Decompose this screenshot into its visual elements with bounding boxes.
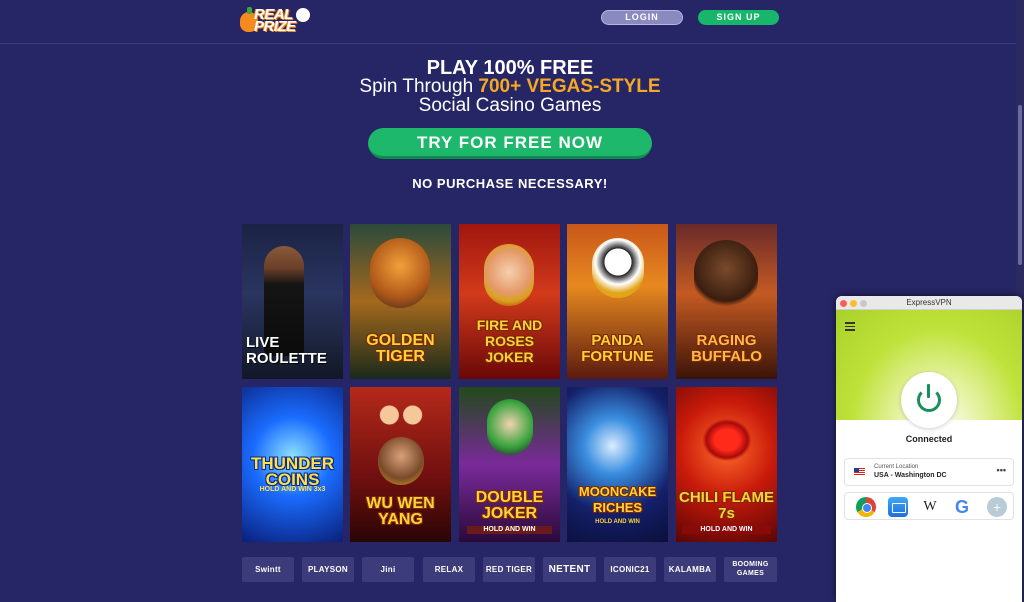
signup-button[interactable]: SIGN UP: [698, 10, 779, 25]
jester-artwork: [487, 399, 533, 455]
more-options-icon[interactable]: •••: [997, 465, 1006, 475]
stem-icon: [247, 7, 252, 14]
game-subtitle: HOLD AND WIN 3x3: [259, 486, 326, 493]
hero-tagline: Social Casino Games: [418, 95, 602, 116]
vpn-titlebar: ExpressVPN: [836, 296, 1022, 310]
game-title: LIVE ROULETTE: [246, 334, 327, 367]
game-tile-chili-flame-7s[interactable]: CHILI FLAME 7s HOLD AND WIN: [676, 387, 777, 542]
panda-artwork: [592, 238, 644, 298]
provider-logo-swintt: Swintt: [242, 557, 294, 582]
logo[interactable]: REAL PRIZE: [240, 6, 310, 36]
provider-logo-playson: PLAYSON: [302, 557, 354, 582]
wikipedia-icon[interactable]: W: [920, 497, 940, 517]
provider-logo-netent: NETENT: [543, 557, 596, 582]
game-title: DOUBLE JOKER: [475, 489, 544, 522]
joker-artwork: [484, 244, 534, 306]
power-icon-bar: [927, 384, 930, 398]
game-tile-live-roulette[interactable]: LIVE ROULETTE: [242, 224, 343, 379]
game-title: GOLDEN TIGER: [366, 332, 435, 365]
hamburger-menu-icon[interactable]: [845, 322, 855, 331]
provider-logo-jini: Jini: [362, 557, 414, 582]
minimize-window-icon[interactable]: [850, 300, 857, 307]
hero-subheadline-prefix: Spin Through: [359, 76, 479, 97]
game-subtitle: HOLD AND WIN: [595, 519, 640, 525]
vpn-app-window: ExpressVPN Connected Current Location US…: [836, 296, 1022, 602]
location-selector[interactable]: Current Location USA - Washington DC •••: [844, 458, 1014, 486]
provider-logo-kalamba: KALAMBA: [664, 557, 716, 582]
game-tile-panda-fortune[interactable]: PANDA FORTUNE: [567, 224, 668, 379]
children-artwork: [372, 395, 430, 435]
game-tile-thunder-coins[interactable]: THUNDER COINS HOLD AND WIN 3x3: [242, 387, 343, 542]
game-title: PANDA FORTUNE: [581, 332, 654, 365]
game-subtitle: HOLD AND WIN: [467, 526, 552, 534]
mail-icon[interactable]: [888, 497, 908, 517]
game-tile-mooncake-riches[interactable]: MOONCAKE RICHES HOLD AND WIN: [567, 387, 668, 542]
game-title: FIRE AND ROSES JOKER: [476, 317, 543, 365]
location-value: USA - Washington DC: [874, 472, 947, 479]
game-tile-raging-buffalo[interactable]: RAGING BUFFALO: [676, 224, 777, 379]
connection-status: Connected: [905, 434, 953, 444]
game-title: CHILI FLAME 7s: [679, 489, 774, 522]
vpn-window-title: ExpressVPN: [906, 298, 952, 307]
game-title: MOONCAKE RICHES: [578, 484, 657, 515]
elder-artwork: [378, 437, 424, 485]
google-icon[interactable]: G: [952, 497, 972, 517]
us-flag-icon: [854, 468, 865, 476]
hero-subheadline-accent: 700+ VEGAS-STYLE: [478, 76, 661, 97]
chrome-icon[interactable]: [856, 497, 876, 517]
provider-logo-iconic21: ICONIC21: [604, 557, 656, 582]
scrollbar-thumb[interactable]: [1018, 105, 1022, 265]
add-shortcut-icon[interactable]: +: [987, 497, 1007, 517]
app-shortcuts: W G +: [844, 492, 1014, 520]
game-tile-fire-and-roses-joker[interactable]: FIRE AND ROSES JOKER: [459, 224, 560, 379]
provider-logo-relax: RELAX: [423, 557, 475, 582]
buffalo-artwork: [694, 240, 758, 312]
no-purchase-notice: NO PURCHASE NECESSARY!: [412, 176, 608, 191]
game-tile-double-joker[interactable]: DOUBLE JOKER HOLD AND WIN: [459, 387, 560, 542]
provider-logo-booming-games: BOOMING GAMES: [724, 557, 777, 582]
provider-logo-red-tiger: RED TIGER: [483, 557, 535, 582]
game-tile-golden-tiger[interactable]: GOLDEN TIGER: [350, 224, 451, 379]
game-title: RAGING BUFFALO: [691, 332, 762, 365]
try-for-free-button[interactable]: TRY FOR FREE NOW: [368, 128, 652, 159]
game-title: THUNDER COINS: [250, 454, 335, 489]
game-title: WU WEN YANG: [366, 495, 435, 528]
close-window-icon[interactable]: [840, 300, 847, 307]
logo-badge-icon: [296, 8, 310, 22]
zoom-window-icon[interactable]: [860, 300, 867, 307]
tiger-artwork: [370, 238, 430, 308]
game-tile-wu-wen-yang[interactable]: WU WEN YANG: [350, 387, 451, 542]
power-button[interactable]: [901, 372, 957, 428]
site-header: REAL PRIZE LOGIN SIGN UP: [0, 0, 1024, 44]
game-subtitle: HOLD AND WIN: [682, 526, 771, 534]
chili-artwork: [698, 415, 756, 465]
login-button[interactable]: LOGIN: [601, 10, 683, 25]
location-label: Current Location: [874, 464, 919, 470]
